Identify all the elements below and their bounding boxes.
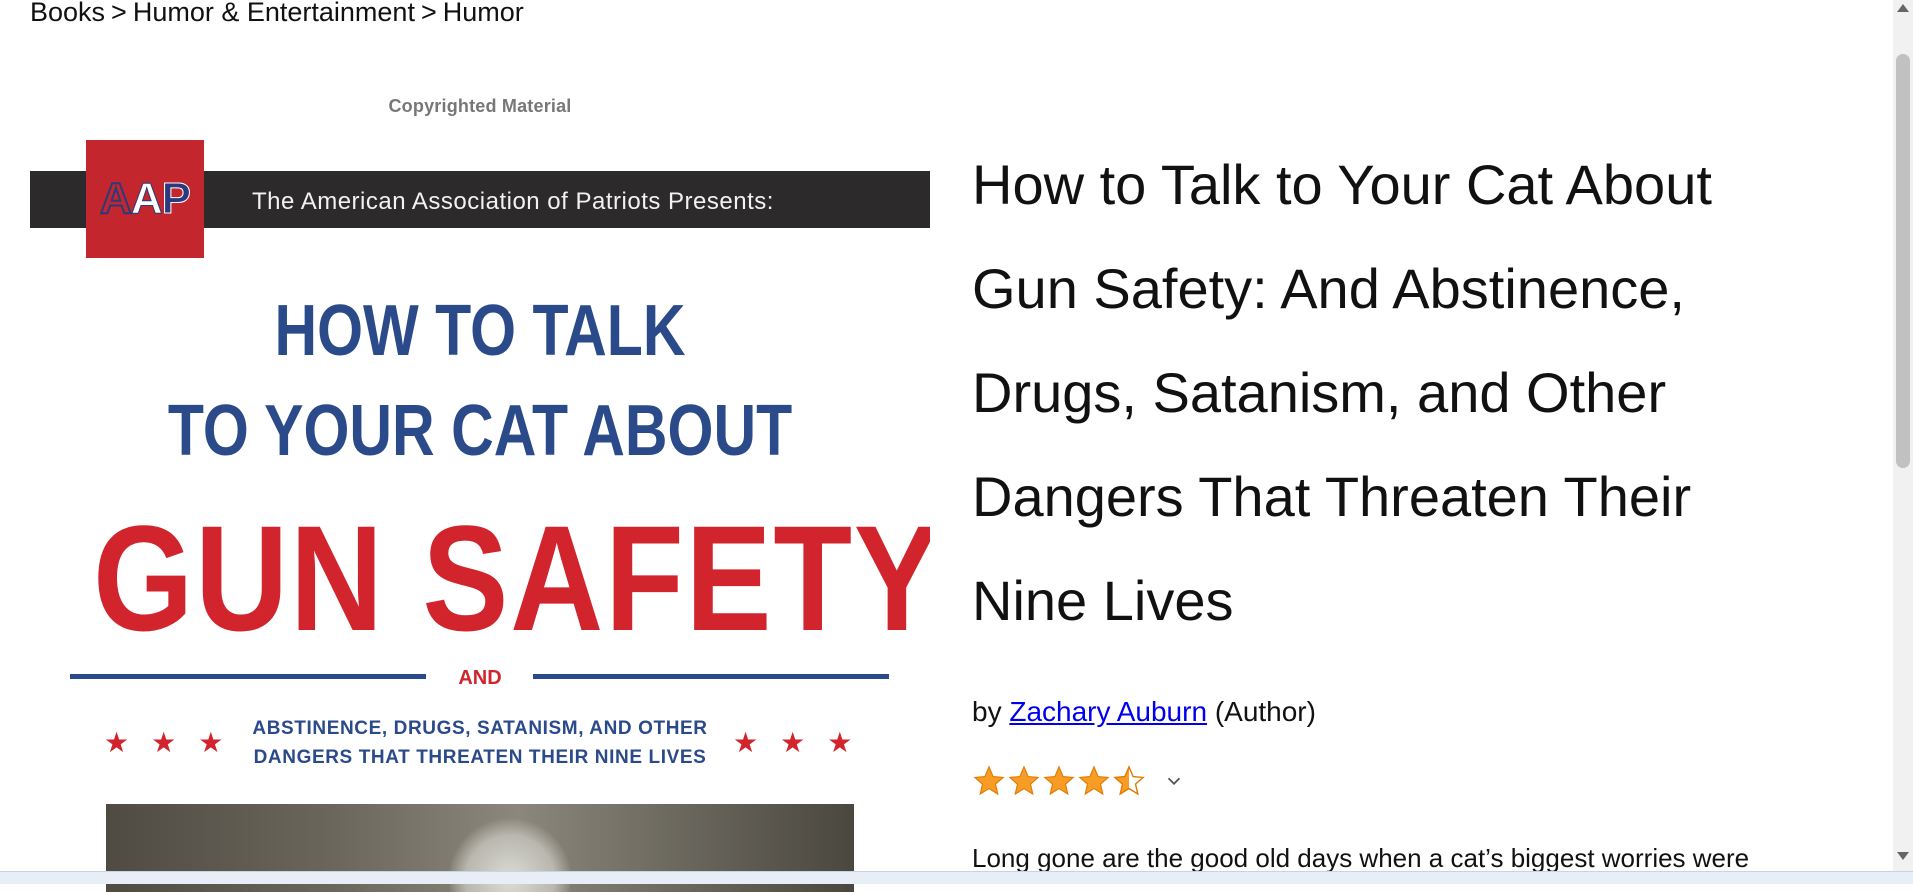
cover-presents-text: The American Association of Patriots Pre… — [252, 188, 774, 215]
author-byline: by Zachary Auburn (Author) — [972, 696, 1316, 728]
author-link[interactable]: Zachary Auburn — [1009, 696, 1207, 727]
book-cover-image[interactable]: Copyrighted Material AAP The American As… — [30, 92, 930, 892]
cover-and-label: AND — [458, 667, 502, 689]
cover-copyright-label: Copyrighted Material — [388, 96, 572, 116]
star-full-icon — [1078, 765, 1110, 796]
cover-subtitle-line-2: DANGERS THAT THREATEN THEIR NINE LIVES — [253, 747, 707, 768]
star-full-icon — [1043, 765, 1075, 796]
star-full-icon — [1008, 765, 1040, 796]
cover-title-line-1: HOW TO TALK — [274, 291, 686, 371]
product-description: Long gone are the good old days when a c… — [972, 843, 1750, 873]
star-half-icon — [1113, 765, 1145, 796]
vertical-scrollbar[interactable] — [1893, 0, 1913, 884]
breadcrumb: Books > Humor & Entertainment > Humor — [30, 0, 524, 28]
cover-title-line-3: GUN SAFETY — [93, 494, 930, 662]
cover-aap-logo: AAP — [86, 140, 204, 258]
author-role: (Author) — [1214, 696, 1316, 727]
scroll-down-arrow-icon[interactable] — [1897, 852, 1909, 860]
product-title: How to Talk to Your Cat About Gun Safety… — [972, 153, 1712, 632]
cover-title-line-2: TO YOUR CAT ABOUT — [167, 391, 793, 471]
breadcrumb-item-books[interactable]: Books — [30, 0, 105, 27]
star-rating[interactable] — [972, 764, 1185, 798]
breadcrumb-item-humor-entertainment[interactable]: Humor & Entertainment — [133, 0, 415, 27]
cover-subtitle-line-1: ABSTINENCE, DRUGS, SATANISM, AND OTHER — [252, 718, 708, 739]
byline-prefix: by — [972, 696, 1002, 727]
bottom-status-strip — [0, 871, 1913, 884]
star-full-icon — [973, 765, 1005, 796]
breadcrumb-item-humor[interactable]: Humor — [443, 0, 524, 27]
scroll-up-arrow-icon[interactable] — [1897, 4, 1909, 12]
scrollbar-thumb[interactable] — [1896, 54, 1910, 468]
breadcrumb-separator: > — [111, 0, 127, 27]
chevron-down-icon[interactable] — [1163, 770, 1185, 792]
breadcrumb-separator: > — [420, 0, 437, 27]
